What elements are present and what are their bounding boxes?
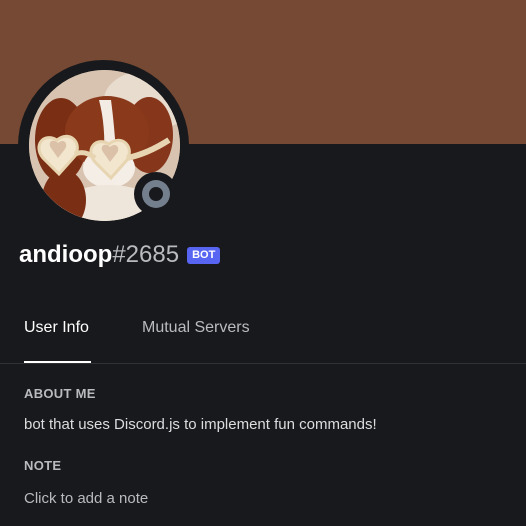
tab-mutual-servers[interactable]: Mutual Servers: [142, 319, 250, 363]
note-heading: NOTE: [24, 458, 62, 473]
offline-status-icon: [142, 180, 170, 208]
discriminator: #2685: [112, 241, 180, 268]
tab-user-info[interactable]: User Info: [24, 319, 91, 363]
status-indicator: [134, 172, 178, 216]
user-profile-popout: andioop #2685 BOT User Info Mutual Serve…: [0, 0, 526, 526]
bot-badge: BOT: [187, 246, 221, 264]
username: andioop: [19, 241, 113, 268]
profile-tabs: User Info Mutual Servers: [0, 300, 526, 364]
note-input[interactable]: [24, 487, 504, 509]
about-me-text: bot that uses Discord.js to implement fu…: [24, 416, 377, 433]
name-row: andioop #2685 BOT: [19, 240, 221, 270]
about-me-heading: ABOUT ME: [24, 386, 96, 401]
